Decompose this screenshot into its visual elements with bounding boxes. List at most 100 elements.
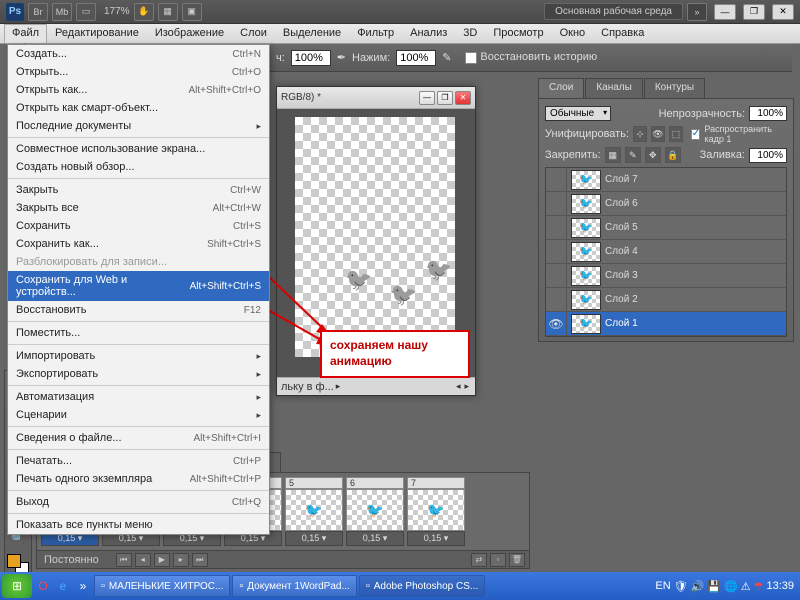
tray-icon[interactable]: ⚠ (741, 580, 751, 593)
pressure-field[interactable]: 100% (396, 50, 436, 66)
layer-row[interactable]: 🐦Слой 3 (546, 264, 786, 288)
layer-name[interactable]: Слой 6 (605, 198, 638, 209)
menu-item[interactable]: Автоматизация▸ (8, 388, 269, 406)
tray-icon[interactable]: 🔊 (691, 580, 705, 593)
blend-mode-select[interactable]: Обычные (545, 106, 611, 121)
tablet-icon[interactable]: ✎ (442, 51, 451, 64)
loop-select[interactable]: Постоянно (41, 554, 113, 566)
layer-name[interactable]: Слой 1 (605, 318, 638, 329)
clock[interactable]: 13:39 (766, 580, 794, 592)
tray-icon[interactable]: 🌐 (724, 580, 738, 593)
lang-indicator[interactable]: EN (655, 580, 670, 592)
maximize-button[interactable]: ❐ (743, 4, 765, 20)
menu-item[interactable]: Сохранить для Web и устройств...Alt+Shif… (8, 271, 269, 301)
delete-frame-icon[interactable]: 🗑 (509, 553, 525, 567)
layer-thumbnail[interactable]: 🐦 (571, 266, 601, 286)
unify-pos-icon[interactable]: ⊹ (633, 126, 647, 142)
tray-icon[interactable]: 🛡 (674, 580, 688, 593)
menu-item[interactable]: СохранитьCtrl+S (8, 217, 269, 235)
restore-checkbox[interactable] (465, 52, 477, 64)
screen-mode-icon[interactable]: ▣ (182, 3, 202, 21)
prev-frame-icon[interactable]: ◂ (135, 553, 151, 567)
ql-opera-icon[interactable]: O (34, 577, 52, 595)
screen-layout-icon[interactable]: ▭ (76, 3, 96, 21)
layer-name[interactable]: Слой 4 (605, 246, 638, 257)
scroll-right-icon[interactable]: ▸ (464, 381, 469, 392)
opacity-field[interactable]: 100% (749, 106, 787, 121)
doc-maximize-icon[interactable]: ❐ (437, 91, 453, 105)
taskbar-task[interactable]: ▫МАЛЕНЬКИЕ ХИТРОС... (94, 575, 230, 597)
play-icon[interactable]: ▶ (154, 553, 170, 567)
menu-item[interactable]: Экспортировать▸ (8, 365, 269, 383)
menu-item[interactable]: Открыть как...Alt+Shift+Ctrl+O (8, 81, 269, 99)
menu-item[interactable]: Открыть...Ctrl+O (8, 63, 269, 81)
tray-icon[interactable]: 💾 (707, 580, 721, 593)
menu-item[interactable]: Создать новый обзор... (8, 158, 269, 176)
hand-icon[interactable]: ✋ (134, 3, 154, 21)
panel-tab[interactable]: Слои (538, 78, 584, 98)
ql-divider-icon[interactable]: » (74, 577, 92, 595)
minimize-button[interactable]: — (714, 4, 736, 20)
layer-row[interactable]: 🐦Слой 6 (546, 192, 786, 216)
animation-frame[interactable]: 7🐦0,15 ▾ (407, 477, 465, 546)
lock-all-icon[interactable]: 🔒 (665, 147, 681, 163)
taskbar-task[interactable]: ▫Adobe Photoshop CS... (359, 575, 485, 597)
next-frame-icon[interactable]: ▸ (173, 553, 189, 567)
menu-выделение[interactable]: Выделение (275, 24, 349, 43)
bridge-icon[interactable]: Br (28, 3, 48, 21)
workspace-switcher[interactable]: Основная рабочая среда (544, 3, 683, 20)
menu-item[interactable]: Импортировать▸ (8, 347, 269, 365)
fill-field[interactable]: 100% (749, 148, 787, 163)
menu-item[interactable]: Сценарии▸ (8, 406, 269, 424)
visibility-icon[interactable]: 👁 (546, 317, 566, 331)
lock-paint-icon[interactable]: ✎ (625, 147, 641, 163)
menu-справка[interactable]: Справка (593, 24, 652, 43)
menu-item[interactable]: Закрыть всеAlt+Ctrl+W (8, 199, 269, 217)
unify-vis-icon[interactable]: 👁 (651, 126, 665, 142)
start-button[interactable]: ⊞ (2, 574, 32, 598)
menu-item[interactable]: Создать...Ctrl+N (8, 45, 269, 63)
layer-row[interactable]: 🐦 Слой 2 (546, 288, 786, 312)
layer-thumbnail[interactable]: 🐦 (571, 290, 601, 310)
layer-row[interactable]: 👁🐦Слой 1 (546, 312, 786, 336)
menu-item[interactable]: Сведения о файле...Alt+Shift+Ctrl+I (8, 429, 269, 447)
last-frame-icon[interactable]: ⏭ (192, 553, 208, 567)
flow-field[interactable]: 100% (291, 50, 331, 66)
menu-анализ[interactable]: Анализ (402, 24, 455, 43)
menu-окно[interactable]: Окно (552, 24, 594, 43)
unify-style-icon[interactable]: ⬚ (669, 126, 683, 142)
menu-фильтр[interactable]: Фильтр (349, 24, 402, 43)
menu-слои[interactable]: Слои (232, 24, 275, 43)
menu-item[interactable]: Сохранить как...Shift+Ctrl+S (8, 235, 269, 253)
layer-name[interactable]: Слой 2 (605, 294, 638, 305)
canvas[interactable]: 🐦 🐦 🐦 (295, 117, 455, 357)
menu-item[interactable]: ЗакрытьCtrl+W (8, 181, 269, 199)
close-button[interactable]: ✕ (772, 4, 794, 20)
menu-item[interactable]: Печатать...Ctrl+P (8, 452, 269, 470)
document-titlebar[interactable]: RGB/8) * — ❐ ✕ (277, 87, 475, 109)
menu-item[interactable]: Совместное использование экрана... (8, 140, 269, 158)
menu-item[interactable]: Последние документы▸ (8, 117, 269, 135)
layer-thumbnail[interactable]: 🐦 (571, 242, 601, 262)
expand-icon[interactable]: » (687, 3, 707, 21)
lock-transparent-icon[interactable]: ▦ (605, 147, 621, 163)
tween-icon[interactable]: ⇄ (471, 553, 487, 567)
ql-ie-icon[interactable]: e (54, 577, 72, 595)
status-arrow-icon[interactable]: ▸ (336, 381, 341, 392)
tray-icon[interactable]: ☂ (754, 580, 764, 593)
menu-item[interactable]: Открыть как смарт-объект... (8, 99, 269, 117)
animation-frame[interactable]: 5🐦0,15 ▾ (285, 477, 343, 546)
lock-move-icon[interactable]: ✥ (645, 147, 661, 163)
layer-thumbnail[interactable]: 🐦 (571, 218, 601, 238)
layer-row[interactable]: 🐦Слой 7 (546, 168, 786, 192)
zoom-level[interactable]: 177% (104, 6, 130, 17)
menu-item[interactable]: Показать все пункты меню (8, 516, 269, 534)
animation-frame[interactable]: 6🐦0,15 ▾ (346, 477, 404, 546)
arrange-icon[interactable]: ▦ (158, 3, 178, 21)
panel-tab[interactable]: Каналы (585, 78, 643, 98)
new-frame-icon[interactable]: ▫ (490, 553, 506, 567)
menu-item[interactable]: Поместить... (8, 324, 269, 342)
menu-3d[interactable]: 3D (455, 24, 485, 43)
system-tray[interactable]: EN 🛡 🔊 💾 🌐 ⚠ ☂ 13:39 (651, 580, 798, 593)
layer-row[interactable]: 🐦Слой 5 (546, 216, 786, 240)
